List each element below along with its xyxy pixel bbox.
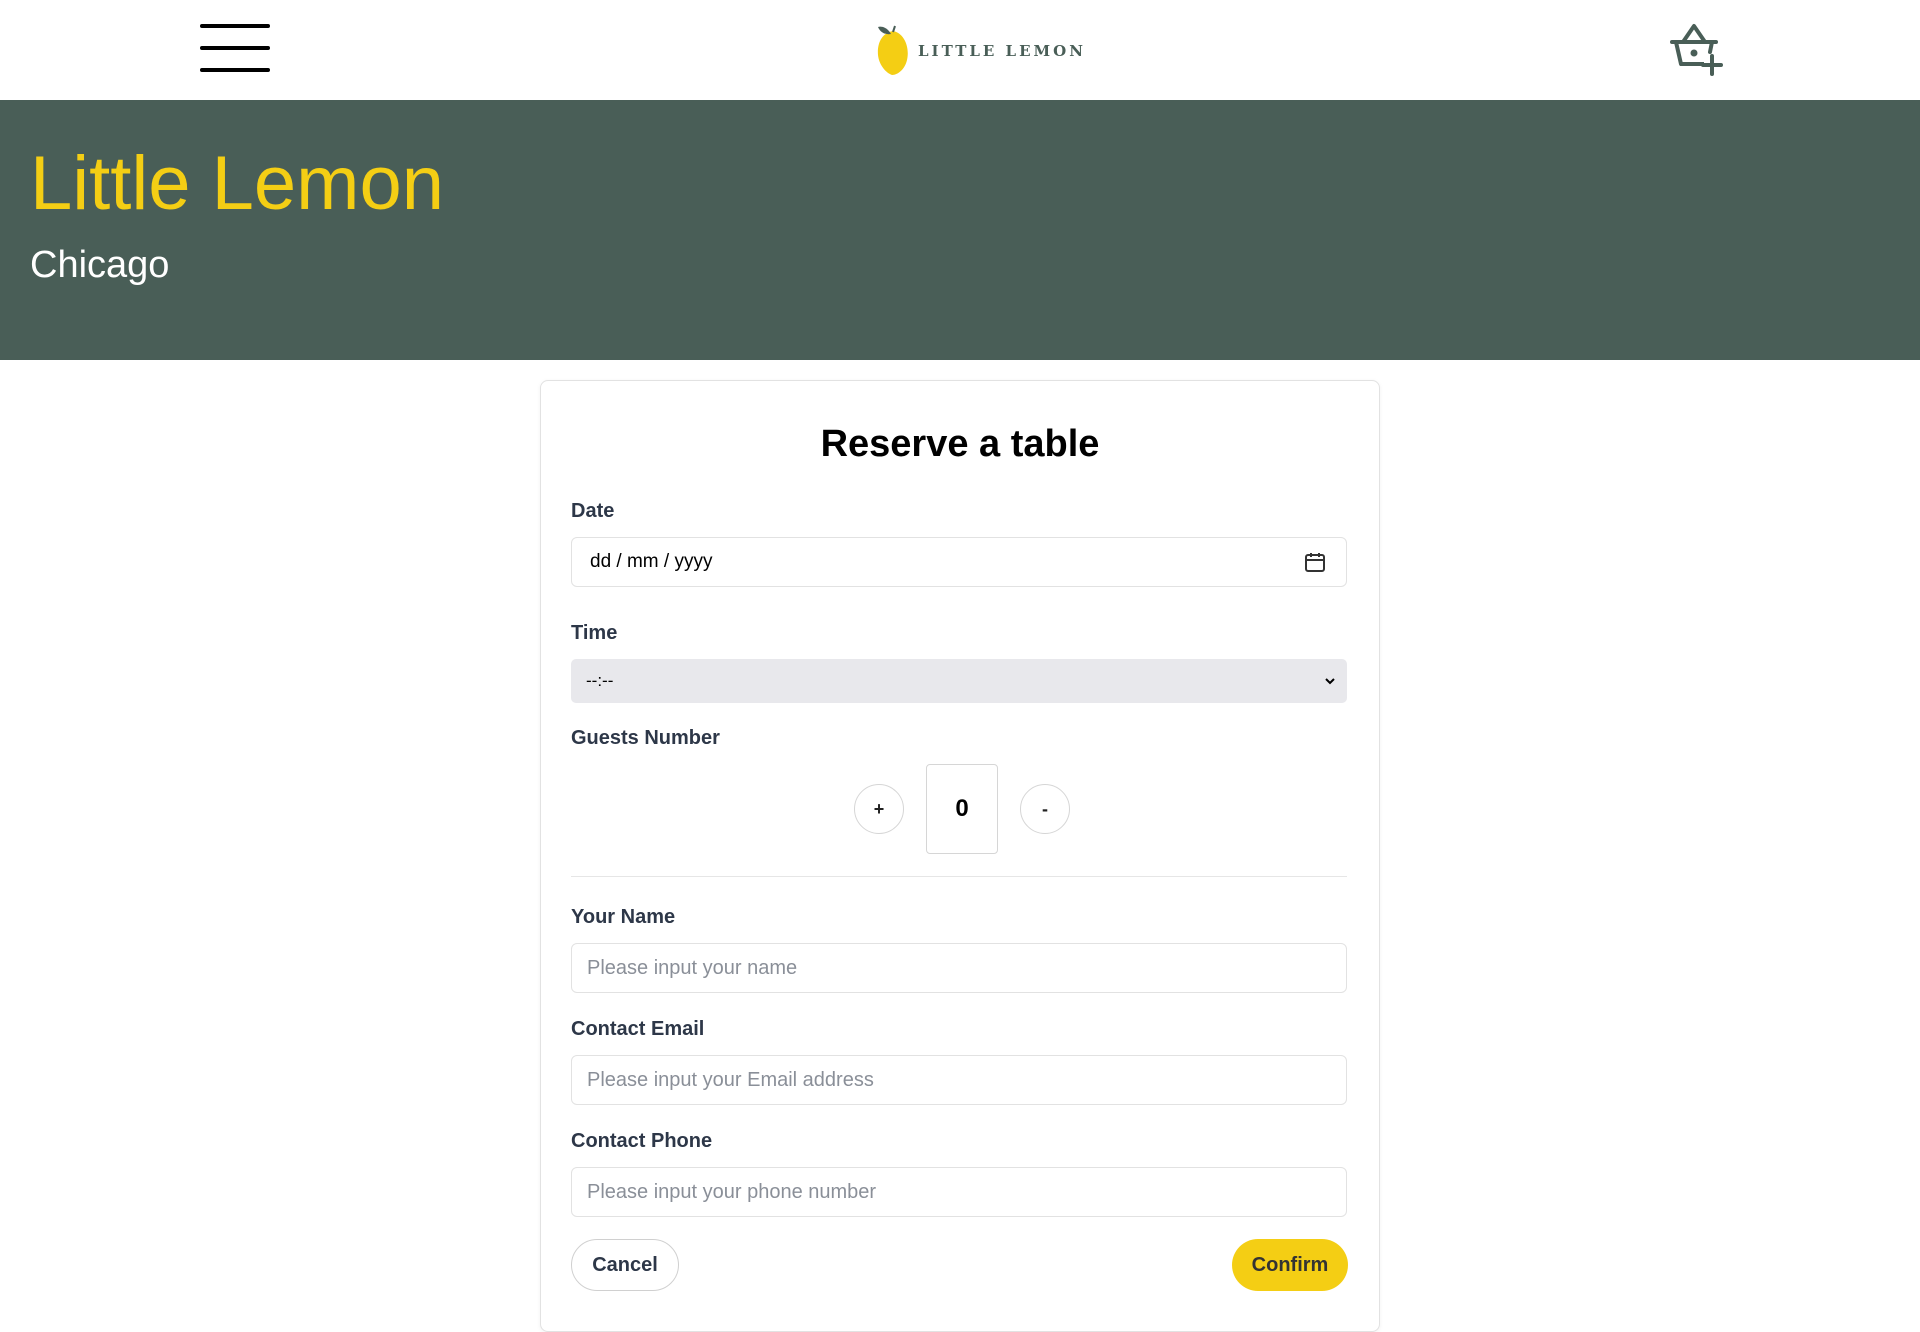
- form-title: Reserve a table: [820, 423, 1100, 465]
- phone-input[interactable]: [572, 1168, 1346, 1216]
- name-label: Your Name: [571, 906, 676, 928]
- hero-banner: Little Lemon Chicago: [0, 100, 1920, 360]
- guests-label: Guests Number: [571, 727, 720, 749]
- chevron-down-icon: [1325, 678, 1335, 685]
- cancel-button[interactable]: Cancel: [571, 1239, 679, 1291]
- email-label: Contact Email: [571, 1018, 705, 1040]
- name-field-wrapper: [571, 943, 1347, 993]
- logo-text: LITTLE LEMON: [918, 42, 1086, 60]
- lemon-logo-icon: [877, 25, 908, 75]
- time-label: Time: [571, 622, 618, 644]
- hamburger-menu-icon[interactable]: [200, 22, 270, 78]
- calendar-icon[interactable]: [1304, 551, 1326, 573]
- time-select[interactable]: --:--: [571, 659, 1347, 703]
- name-input[interactable]: [572, 944, 1346, 992]
- guests-value[interactable]: 0: [926, 764, 998, 854]
- confirm-button[interactable]: Confirm: [1232, 1239, 1348, 1291]
- basket-add-icon[interactable]: [1668, 20, 1724, 76]
- phone-field-wrapper: [571, 1167, 1347, 1217]
- top-navigation: LITTLE LEMON: [0, 0, 1920, 100]
- logo[interactable]: LITTLE LEMON: [876, 22, 1086, 80]
- divider: [571, 876, 1347, 877]
- hero-subtitle: Chicago: [30, 244, 170, 286]
- date-field[interactable]: dd / mm / yyyy: [571, 537, 1347, 587]
- guests-decrement-button[interactable]: -: [1020, 784, 1070, 834]
- hero-title: Little Lemon: [30, 141, 445, 226]
- phone-label: Contact Phone: [571, 1130, 713, 1152]
- email-input[interactable]: [572, 1056, 1346, 1104]
- date-value: dd / mm / yyyy: [590, 551, 713, 572]
- email-field-wrapper: [571, 1055, 1347, 1105]
- guests-increment-button[interactable]: +: [854, 784, 904, 834]
- date-label: Date: [571, 500, 615, 522]
- reservation-card: Reserve a table Date dd / mm / yyyy Time…: [540, 380, 1380, 1332]
- time-selected-value: --:--: [586, 671, 614, 690]
